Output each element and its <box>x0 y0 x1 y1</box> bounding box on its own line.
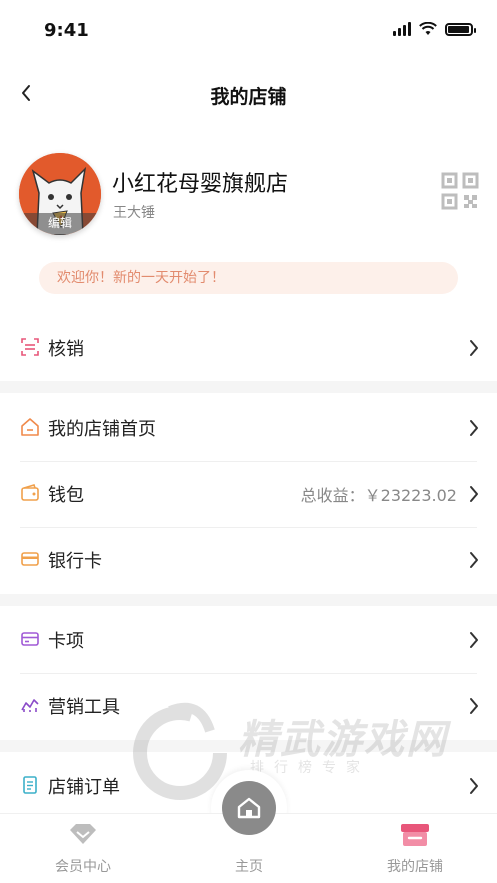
menu-item-card-items[interactable]: 卡项 <box>0 607 497 673</box>
wallet-total-earnings: 总收益：￥23223.02 <box>300 486 457 505</box>
menu-label-bank-card: 银行卡 <box>48 551 102 572</box>
qr-code-icon <box>441 172 479 210</box>
status-bar: 9:41 <box>0 0 497 64</box>
chevron-right-icon <box>470 340 478 356</box>
section-divider <box>0 594 497 606</box>
signal-icon <box>393 22 411 36</box>
menu-label-orders: 店铺订单 <box>48 777 120 798</box>
wallet-icon <box>21 484 39 501</box>
wifi-icon <box>419 22 437 35</box>
chevron-right-icon <box>470 420 478 436</box>
home-outline-icon <box>21 418 39 436</box>
card-icon <box>21 632 39 646</box>
menu-label-store-home: 我的店铺首页 <box>48 419 156 440</box>
menu-item-bank-card[interactable]: 银行卡 <box>0 527 497 593</box>
page-title: 我的店铺 <box>210 86 287 108</box>
tab-member-center[interactable]: 会员中心 <box>23 814 143 883</box>
status-icons <box>393 22 476 36</box>
chevron-right-icon <box>470 552 478 568</box>
store-name: 小红花母婴旗舰店 <box>112 172 289 197</box>
menu-label-marketing: 营销工具 <box>48 697 120 718</box>
tab-label-my-store: 我的店铺 <box>387 859 443 875</box>
nav-bar: 我的店铺 <box>0 64 497 124</box>
menu-label-wallet: 钱包 <box>48 485 84 506</box>
menu-item-store-home[interactable]: 我的店铺首页 <box>0 395 497 461</box>
chevron-right-icon <box>470 698 478 714</box>
credit-card-icon <box>21 552 39 566</box>
document-icon <box>23 776 37 794</box>
menu-item-marketing[interactable]: 营销工具 <box>0 673 497 739</box>
avatar-edit-label[interactable]: 编辑 <box>19 213 101 235</box>
qr-code-button[interactable] <box>441 172 479 210</box>
menu-label-card-items: 卡项 <box>48 631 84 652</box>
home-center-button[interactable] <box>222 781 276 835</box>
menu-item-wallet[interactable]: 钱包 总收益：￥23223.02 <box>0 461 497 527</box>
menu-item-verify[interactable]: 核销 <box>0 315 497 381</box>
tab-label-member-center: 会员中心 <box>55 859 111 875</box>
profile-section: 编辑 小红花母婴旗舰店 王大锤 <box>0 150 497 240</box>
avatar[interactable]: 编辑 <box>19 153 101 235</box>
status-time: 9:41 <box>44 20 89 41</box>
section-divider <box>0 740 497 752</box>
chevron-right-icon <box>470 486 478 502</box>
store-icon <box>401 824 429 846</box>
chevron-right-icon <box>470 632 478 648</box>
welcome-banner: 欢迎你！新的一天开始了！ <box>39 262 458 294</box>
section-divider <box>0 381 497 393</box>
chart-icon <box>21 699 39 712</box>
diamond-icon <box>70 824 96 844</box>
home-icon <box>237 797 261 819</box>
chevron-right-icon <box>470 778 478 794</box>
battery-icon <box>445 22 476 36</box>
owner-name: 王大锤 <box>113 205 155 221</box>
menu-label-verify: 核销 <box>48 339 84 360</box>
scan-icon <box>21 338 39 356</box>
tab-label-home: 主页 <box>235 859 263 875</box>
tab-my-store[interactable]: 我的店铺 <box>355 814 475 883</box>
